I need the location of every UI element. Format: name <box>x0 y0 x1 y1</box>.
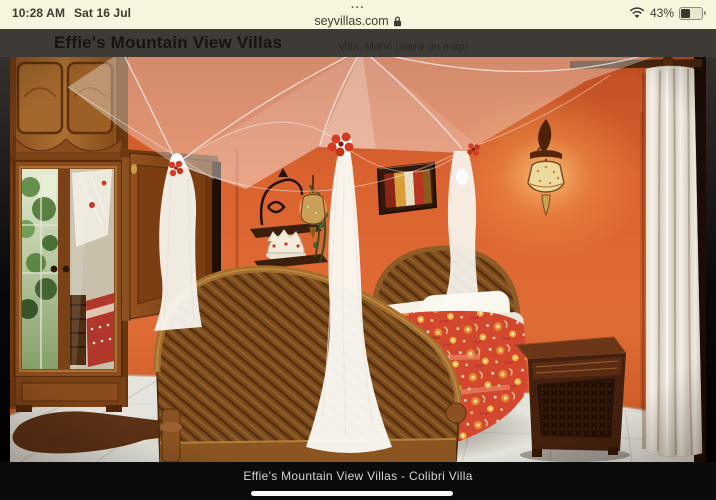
battery-percent: 43% <box>650 6 674 20</box>
page-options-button[interactable]: ··· <box>248 3 468 13</box>
domain-label[interactable]: seyvillas.com <box>314 14 388 28</box>
dimmed-page-header[interactable]: Effie's Mountain View Villas Villa, Mahé… <box>0 29 716 57</box>
photo-caption: Effie's Mountain View Villas - Colibri V… <box>0 469 716 483</box>
time-label: 10:28 AM <box>12 6 65 20</box>
lightbox-photo[interactable] <box>10 57 706 462</box>
page-subtitle: Villa, Mahé (show on map) <box>338 41 468 53</box>
battery-cap <box>704 11 706 15</box>
ipad-screen: 10:28 AM Sat 16 Jul ··· seyvillas.com 43% <box>0 0 716 500</box>
home-indicator[interactable] <box>251 491 453 496</box>
battery-icon <box>679 7 703 20</box>
address-bar[interactable]: ··· seyvillas.com <box>248 0 468 28</box>
status-bar: 10:28 AM Sat 16 Jul ··· seyvillas.com 43% <box>0 0 716 29</box>
vignette <box>10 57 706 462</box>
lock-icon <box>393 16 402 27</box>
page-title: Effie's Mountain View Villas <box>54 33 282 53</box>
battery-fill <box>681 9 690 18</box>
wifi-icon <box>629 7 645 19</box>
date-label: Sat 16 Jul <box>74 6 131 20</box>
